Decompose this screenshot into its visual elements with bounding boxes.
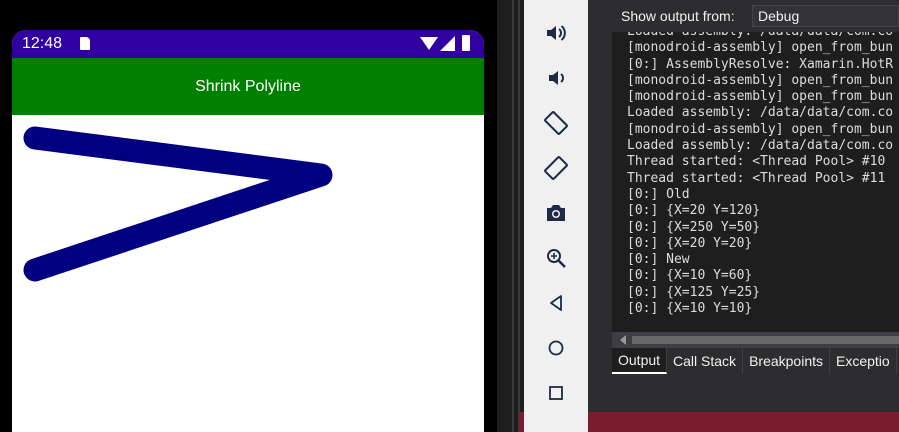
rotate-right-button[interactable] xyxy=(541,153,571,183)
screenshot-button[interactable] xyxy=(541,198,571,228)
output-line: [0:] {X=125 Y=25} xyxy=(627,284,761,300)
volume-down-button[interactable] xyxy=(541,63,571,93)
home-icon xyxy=(548,340,564,356)
output-line: [0:] {X=250 Y=50} xyxy=(627,219,761,235)
zoom-button[interactable] xyxy=(541,243,571,273)
tab-output[interactable]: Output xyxy=(612,348,668,374)
tab-breakpoints[interactable]: Breakpoints xyxy=(743,348,830,374)
output-lines: Loaded assembly: /data/data/com.co[monod… xyxy=(627,32,893,317)
rotate-left-icon xyxy=(544,111,568,135)
wifi-icon xyxy=(420,37,438,50)
output-line: [monodroid-assembly] open_from_bun xyxy=(627,121,894,137)
output-source-dropdown[interactable]: Debug xyxy=(752,5,899,27)
output-line: [0:] New xyxy=(627,252,690,268)
tab-call-stack[interactable]: Call Stack xyxy=(667,348,744,374)
tab-exceptio[interactable]: Exceptio xyxy=(830,348,897,374)
panel-bottom xyxy=(588,374,899,412)
polyline-canvas xyxy=(23,126,333,282)
output-line: [0:] {X=20 Y=20} xyxy=(627,235,753,251)
output-line: Thread started: <Thread Pool> #10 xyxy=(627,154,886,170)
back-icon xyxy=(550,295,562,311)
volume-up-icon xyxy=(547,25,566,41)
output-window: Show output from: Debug Loaded assembly:… xyxy=(588,0,899,432)
cell-signal-icon xyxy=(440,36,455,51)
output-line: Loaded assembly: /data/data/com.co xyxy=(627,105,894,121)
output-line: [0:] AssemblyResolve: Xamarin.HotR xyxy=(627,56,894,72)
output-line: [0:] {X=10 Y=10} xyxy=(627,301,753,317)
volume-down-icon xyxy=(549,71,564,85)
volume-up-button[interactable] xyxy=(541,18,571,48)
sim-card-icon xyxy=(80,37,90,50)
output-line: Loaded assembly: /data/data/com.co xyxy=(627,32,893,40)
status-bar-strip xyxy=(588,412,899,432)
scroll-left-arrow-icon[interactable] xyxy=(620,335,626,345)
output-line: Loaded assembly: /data/data/com.co xyxy=(627,138,894,154)
output-line: [0:] {X=10 Y=60} xyxy=(627,268,753,284)
app-title: Shrink Polyline xyxy=(195,77,301,95)
status-time: 12:48 xyxy=(22,35,63,52)
app-bar: Shrink Polyline xyxy=(12,58,484,115)
horizontal-scrollbar[interactable] xyxy=(612,332,899,348)
output-line: [0:] {X=20 Y=120} xyxy=(627,203,761,219)
phone-screen: 12:48 Shrink Polyline xyxy=(12,30,484,432)
output-line: [monodroid-assembly] open_from_bun xyxy=(627,89,894,105)
zoom-icon xyxy=(547,249,566,268)
rotate-left-button[interactable] xyxy=(541,108,571,138)
output-tabs: Output Call Stack Breakpoints Exceptio xyxy=(612,348,899,374)
output-line: Thread started: <Thread Pool> #11 xyxy=(627,170,886,186)
scroll-thumb[interactable] xyxy=(632,336,899,344)
show-output-label: Show output from: xyxy=(621,8,735,24)
home-button[interactable] xyxy=(541,333,571,363)
output-header: Show output from: Debug xyxy=(588,0,899,32)
emulator-toolbar xyxy=(524,0,588,432)
overview-icon xyxy=(549,386,563,400)
output-text-area[interactable]: Loaded assembly: /data/data/com.co[monod… xyxy=(612,32,899,332)
phone-frame: 12:48 Shrink Polyline xyxy=(0,0,497,432)
status-bar: 12:48 xyxy=(12,30,484,58)
battery-icon xyxy=(462,35,470,51)
window-divider xyxy=(497,0,524,432)
output-line: [monodroid-assembly] open_from_bun xyxy=(627,40,894,56)
back-button[interactable] xyxy=(541,288,571,318)
output-line: [0:] Old xyxy=(627,186,690,202)
camera-icon xyxy=(547,205,565,221)
shrunk-polyline xyxy=(23,126,333,282)
output-line: [monodroid-assembly] open_from_bun xyxy=(627,72,894,88)
overview-button[interactable] xyxy=(541,378,571,408)
rotate-right-icon xyxy=(544,156,568,180)
